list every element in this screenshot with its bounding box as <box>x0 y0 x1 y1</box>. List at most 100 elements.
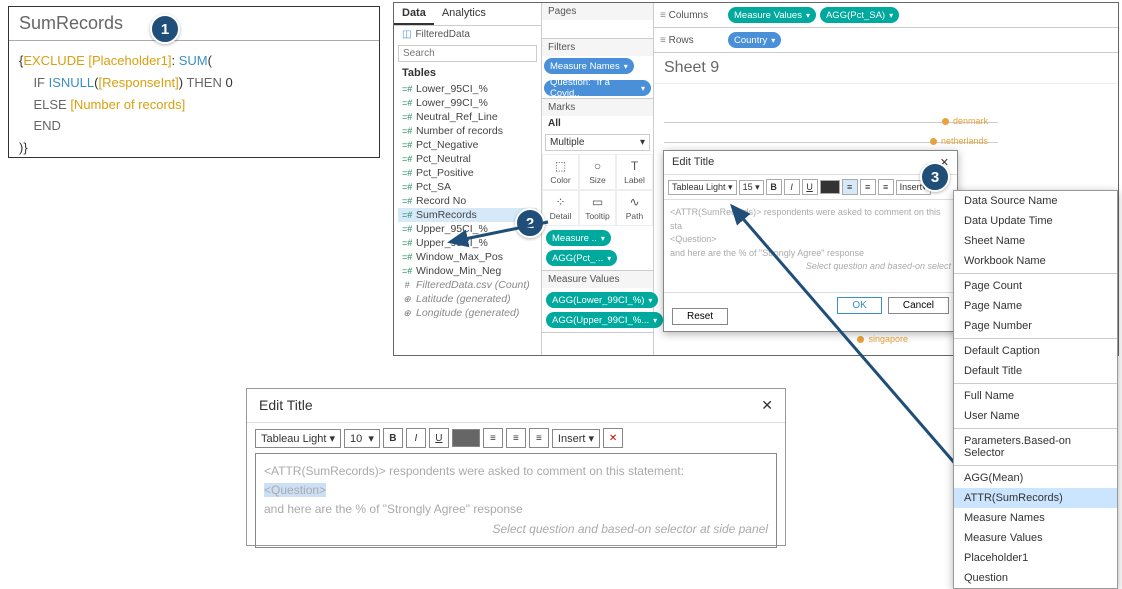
insert-item-workbook-name[interactable]: Workbook Name <box>954 251 1117 271</box>
size-select[interactable]: 15 ▾ <box>739 180 764 195</box>
cards-pane: Pages Filters Measure NamesQuestion: "If… <box>542 3 654 355</box>
marks-type-select[interactable]: Multiple▾ <box>545 134 650 151</box>
sheet-title[interactable]: Sheet 9 <box>654 53 1118 84</box>
pill-agg-pct-sa-[interactable]: AGG(Pct_SA) <box>820 7 899 23</box>
data-pane: Data Analytics ◫FilteredData Tables =#Lo… <box>394 3 542 355</box>
align-center-button[interactable]: ≡ <box>860 179 876 195</box>
bold-button[interactable]: B <box>383 428 403 448</box>
marks-size[interactable]: ○Size <box>579 154 616 190</box>
clear-button[interactable]: ✕ <box>603 428 623 448</box>
step-badge-1: 1 <box>150 14 180 44</box>
tab-analytics[interactable]: Analytics <box>434 3 494 25</box>
rows-shelf[interactable]: Rows Country <box>654 28 1118 53</box>
pill-measure-values[interactable]: Measure Values <box>728 7 816 23</box>
field-icon: =# <box>402 196 412 206</box>
field-upper-99ci-[interactable]: =#Upper_99CI_% <box>398 236 537 250</box>
step-badge-3: 3 <box>920 162 950 192</box>
insert-item-default-caption[interactable]: Default Caption <box>954 341 1117 361</box>
insert-item-measure-names[interactable]: Measure Names <box>954 508 1117 528</box>
tab-data[interactable]: Data <box>394 3 434 25</box>
marks-all[interactable]: All <box>542 116 653 131</box>
pill-measure-names[interactable]: Measure Names <box>544 58 634 74</box>
insert-item-placeholder1[interactable]: Placeholder1 <box>954 548 1117 568</box>
field-filtereddata-csv-count-[interactable]: #FilteredData.csv (Count) <box>398 278 537 292</box>
field-pct-positive[interactable]: =#Pct_Positive <box>398 166 537 180</box>
insert-menu: Data Source NameData Update TimeSheet Na… <box>953 190 1118 589</box>
title-editor[interactable]: <ATTR(SumRecords)> respondents were aske… <box>664 200 957 292</box>
ok-button[interactable]: OK <box>837 297 881 314</box>
insert-item-measure-values[interactable]: Measure Values <box>954 528 1117 548</box>
field-longitude-generated-[interactable]: ⊕Longitude (generated) <box>398 306 537 320</box>
insert-item-user-name[interactable]: User Name <box>954 406 1117 426</box>
marks-path[interactable]: ∿Path <box>616 190 653 226</box>
close-icon[interactable]: ✕ <box>761 397 773 414</box>
align-left-button[interactable]: ≡ <box>842 179 858 195</box>
pill-agg-lower-99ci-[interactable]: AGG(Lower_99CI_%) <box>546 292 658 308</box>
field-window-max-pos[interactable]: =#Window_Max_Pos <box>398 250 537 264</box>
measure-values-header: Measure Values <box>542 271 653 288</box>
insert-item-agg-mean-[interactable]: AGG(Mean) <box>954 468 1117 488</box>
underline-button[interactable]: U <box>429 428 449 448</box>
field-latitude-generated-[interactable]: ⊕Latitude (generated) <box>398 292 537 306</box>
field-icon: ⊕ <box>402 294 412 305</box>
search-input[interactable] <box>398 45 537 62</box>
marks-tooltip[interactable]: ▭Tooltip <box>579 190 616 226</box>
pill-agg-pct-[interactable]: AGG(Pct_... <box>546 250 617 266</box>
field-pct-negative[interactable]: =#Pct_Negative <box>398 138 537 152</box>
font-select[interactable]: Tableau Light ▾ <box>668 180 737 195</box>
align-left-button[interactable]: ≡ <box>483 428 503 448</box>
align-center-button[interactable]: ≡ <box>506 428 526 448</box>
bold-button[interactable]: B <box>766 179 782 195</box>
fields-list: =#Lower_95CI_%=#Lower_99CI_%=#Neutral_Re… <box>394 82 541 320</box>
columns-shelf[interactable]: Columns Measure ValuesAGG(Pct_SA) <box>654 3 1118 28</box>
calc-formula[interactable]: {EXCLUDE [Placeholder1]: SUM( IF ISNULL(… <box>9 41 379 170</box>
insert-item-data-source-name[interactable]: Data Source Name <box>954 191 1117 211</box>
datasource-row[interactable]: ◫FilteredData <box>394 26 541 43</box>
datasource-icon: ◫ <box>402 29 411 40</box>
field-icon: =# <box>402 140 412 150</box>
calc-editor: SumRecords {EXCLUDE [Placeholder1]: SUM(… <box>8 6 380 158</box>
insert-item-question[interactable]: Question <box>954 568 1117 588</box>
insert-dropdown[interactable]: Insert ▾ <box>552 429 600 448</box>
marks-label[interactable]: TLabel <box>616 154 653 190</box>
underline-button[interactable]: U <box>802 179 818 195</box>
field-window-min-neg[interactable]: =#Window_Min_Neg <box>398 264 537 278</box>
align-right-button[interactable]: ≡ <box>529 428 549 448</box>
field-icon: =# <box>402 210 412 220</box>
size-select[interactable]: 10 ▾ <box>344 429 380 448</box>
insert-item-data-update-time[interactable]: Data Update Time <box>954 211 1117 231</box>
calc-name[interactable]: SumRecords <box>9 7 379 41</box>
field-lower-95ci-[interactable]: =#Lower_95CI_% <box>398 82 537 96</box>
insert-item-page-count[interactable]: Page Count <box>954 276 1117 296</box>
reset-button[interactable]: Reset <box>672 308 728 325</box>
marks-color[interactable]: ⬚Color <box>542 154 579 190</box>
field-icon: # <box>402 280 412 290</box>
field-pct-neutral[interactable]: =#Pct_Neutral <box>398 152 537 166</box>
cancel-button[interactable]: Cancel <box>888 297 949 314</box>
font-select[interactable]: Tableau Light ▾ <box>255 429 341 448</box>
field-neutral-ref-line[interactable]: =#Neutral_Ref_Line <box>398 110 537 124</box>
insert-item-page-name[interactable]: Page Name <box>954 296 1117 316</box>
field-lower-99ci-[interactable]: =#Lower_99CI_% <box>398 96 537 110</box>
insert-item-sheet-name[interactable]: Sheet Name <box>954 231 1117 251</box>
field-pct-sa[interactable]: =#Pct_SA <box>398 180 537 194</box>
italic-button[interactable]: I <box>406 428 426 448</box>
insert-item-attr-sumrecords-[interactable]: ATTR(SumRecords) <box>954 488 1117 508</box>
marks-detail[interactable]: ⁘Detail <box>542 190 579 226</box>
insert-item-page-number[interactable]: Page Number <box>954 316 1117 336</box>
title-editor[interactable]: <ATTR(SumRecords)> respondents were aske… <box>255 453 777 548</box>
pill-agg-upper-99ci-[interactable]: AGG(Upper_99CI_%... <box>546 312 663 328</box>
field-record-no[interactable]: =#Record No <box>398 194 537 208</box>
field-number-of-records[interactable]: =#Number of records <box>398 124 537 138</box>
align-right-button[interactable]: ≡ <box>878 179 894 195</box>
pill-question-if-a-covid-[interactable]: Question: "If a Covid.. <box>544 80 651 96</box>
insert-item-default-title[interactable]: Default Title <box>954 361 1117 381</box>
color-picker[interactable] <box>820 180 840 194</box>
insert-item-parameters-based-on-selector[interactable]: Parameters.Based-on Selector <box>954 431 1117 463</box>
pill-country[interactable]: Country <box>728 32 781 48</box>
insert-item-full-name[interactable]: Full Name <box>954 386 1117 406</box>
color-picker[interactable] <box>452 429 480 447</box>
pill-measure-[interactable]: Measure .. <box>546 230 611 246</box>
italic-button[interactable]: I <box>784 179 800 195</box>
field-icon: =# <box>402 112 412 122</box>
